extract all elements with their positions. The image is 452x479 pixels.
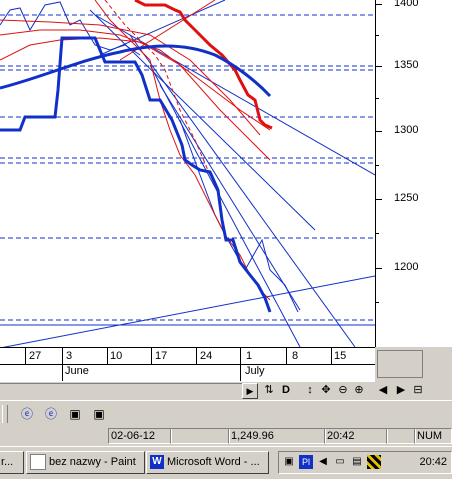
x-month-label: July bbox=[245, 365, 265, 377]
internet-icon[interactable]: ⓔ bbox=[18, 405, 36, 423]
taskbar-label: bez nazwy - Paint bbox=[49, 456, 136, 468]
y-tick bbox=[376, 66, 382, 67]
y-minor-tick bbox=[376, 233, 379, 234]
x-axis: 27 3 10 17 24 1 8 15 June July bbox=[0, 347, 375, 383]
x-sep bbox=[196, 348, 197, 364]
y-axis: 1400 1350 1300 1250 1200 bbox=[375, 0, 452, 347]
x-day-label: 15 bbox=[334, 350, 347, 362]
y-label: 1250 bbox=[394, 192, 419, 204]
price-chart[interactable] bbox=[0, 0, 375, 347]
x-sep bbox=[331, 348, 332, 364]
system-tray: ▣ Pl ◀ ▭ ▤ 20:42 bbox=[278, 451, 452, 474]
trend-line bbox=[89, 9, 316, 231]
x-day-label: 1 bbox=[246, 350, 253, 362]
y-tick bbox=[376, 131, 382, 132]
y-minor-tick bbox=[376, 302, 379, 303]
corner-box bbox=[377, 350, 423, 378]
zoom-out-icon[interactable]: ⊖ bbox=[336, 383, 350, 398]
x-day-label: 17 bbox=[155, 350, 168, 362]
x-sep bbox=[107, 348, 108, 364]
app-icon-bar: ⓔ ⓔ ▣ ▣ bbox=[0, 400, 452, 427]
horizontal-scrollbar[interactable] bbox=[0, 383, 242, 399]
y-tick bbox=[376, 268, 382, 269]
y-minor-tick bbox=[376, 98, 379, 99]
x-sep bbox=[25, 348, 26, 364]
x-sep bbox=[151, 348, 152, 364]
language-icon[interactable]: Pl bbox=[299, 455, 313, 469]
trend-line bbox=[2, 275, 375, 347]
x-month-label: June bbox=[65, 365, 89, 377]
x-sep bbox=[286, 348, 287, 364]
left-arrow-icon[interactable]: ◀ bbox=[376, 383, 390, 398]
x-day-label: 24 bbox=[200, 350, 213, 362]
right-arrow-icon[interactable]: ▶ bbox=[394, 383, 408, 398]
x-day-label: 3 bbox=[66, 350, 73, 362]
grid-icon[interactable]: ⊟ bbox=[411, 383, 425, 398]
network-icon[interactable]: ▣ bbox=[282, 455, 296, 469]
taskbar-label: Microsoft Word - ... bbox=[167, 456, 260, 468]
scroll-right-button[interactable]: ▶ bbox=[242, 383, 258, 399]
trend-lines bbox=[0, 0, 375, 347]
redraw-icon[interactable]: ⇅ bbox=[262, 383, 276, 398]
move-icon[interactable]: ✥ bbox=[319, 383, 333, 398]
display-icon[interactable]: ▭ bbox=[333, 455, 347, 469]
price-thin-line bbox=[179, 119, 299, 313]
chart-toolbar: ▶ ⇅ D ↕ ✥ ⊖ ⊕ ◀ ▶ ⊟ bbox=[0, 382, 452, 400]
trend-line bbox=[159, 84, 301, 311]
taskbar-button-paint[interactable]: bez nazwy - Paint bbox=[26, 451, 145, 474]
red-curves bbox=[0, 0, 271, 301]
y-minor-tick bbox=[376, 35, 379, 36]
x-axis-divider bbox=[0, 364, 375, 365]
zoom-in-icon[interactable]: ⊕ bbox=[352, 383, 366, 398]
browser-icon[interactable]: ⓔ bbox=[42, 405, 60, 423]
app-tray-icon[interactable]: ▤ bbox=[350, 455, 364, 469]
red-thick-line bbox=[134, 0, 273, 130]
volume-icon[interactable]: ◀ bbox=[316, 455, 330, 469]
status-time: 20:42 bbox=[324, 428, 388, 444]
taskbar-button[interactable]: r... bbox=[0, 451, 24, 474]
y-label: 1300 bbox=[394, 124, 419, 136]
y-tick bbox=[376, 199, 382, 200]
paint-icon bbox=[30, 454, 46, 471]
status-blank2 bbox=[386, 428, 416, 444]
x-day-label: 27 bbox=[29, 350, 42, 362]
status-blank bbox=[170, 428, 230, 444]
x-day-label: 8 bbox=[292, 350, 299, 362]
y-tick bbox=[376, 4, 382, 5]
corner-panel bbox=[375, 347, 452, 382]
blue-price-line bbox=[0, 36, 272, 313]
calendar2-icon[interactable]: ▣ bbox=[90, 405, 108, 423]
taskbar-label: r... bbox=[1, 456, 14, 468]
clock: 20:42 bbox=[419, 456, 447, 468]
chart-canvas bbox=[0, 0, 375, 347]
status-date: 02-06-12 bbox=[108, 428, 172, 444]
y-minor-tick bbox=[376, 165, 379, 166]
status-value: 1,249.96 bbox=[228, 428, 326, 444]
taskbar: r... bez nazwy - Paint W Microsoft Word -… bbox=[0, 446, 452, 479]
y-label: 1400 bbox=[394, 0, 419, 9]
y-label: 1350 bbox=[394, 59, 419, 71]
taskbar-button-word[interactable]: W Microsoft Word - ... bbox=[146, 451, 269, 474]
y-label: 1200 bbox=[394, 261, 419, 273]
horizontal-levels bbox=[0, 14, 375, 321]
security-icon[interactable] bbox=[367, 455, 381, 469]
x-day-label: 10 bbox=[110, 350, 123, 362]
status-bar: 02-06-12 1,249.96 20:42 NUM bbox=[0, 427, 452, 445]
trend-line bbox=[94, 14, 375, 176]
d-icon[interactable]: D bbox=[279, 383, 293, 398]
toolbar-grip bbox=[2, 405, 8, 423]
x-sep bbox=[240, 348, 241, 381]
x-sep bbox=[62, 348, 63, 381]
status-num: NUM bbox=[414, 428, 452, 444]
word-icon: W bbox=[150, 455, 164, 470]
calendar1-icon[interactable]: ▣ bbox=[66, 405, 84, 423]
updown-icon[interactable]: ↕ bbox=[303, 383, 317, 398]
